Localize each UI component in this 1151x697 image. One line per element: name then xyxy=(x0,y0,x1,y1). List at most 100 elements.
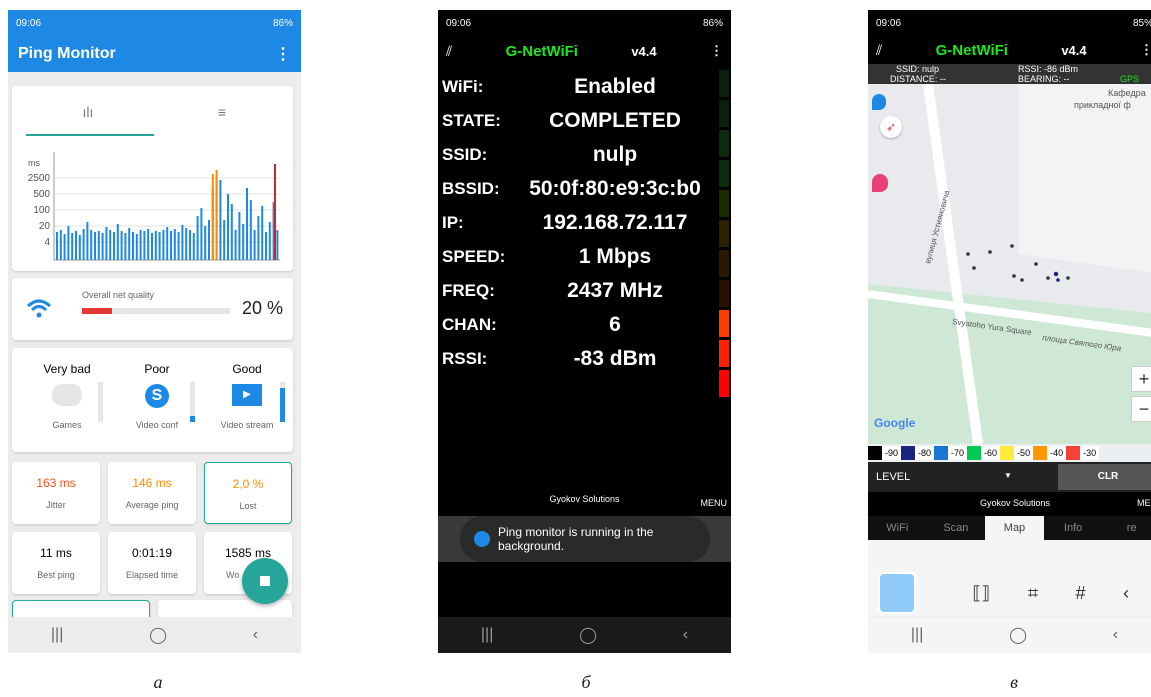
tab-wifi[interactable]: WiFi xyxy=(868,516,927,540)
stat-best-ping: 11 ms Best ping xyxy=(12,532,100,594)
ping-bar xyxy=(63,234,66,260)
map-pin-blue-icon[interactable] xyxy=(872,94,886,110)
tab-more[interactable]: re xyxy=(1102,516,1151,540)
kebab-icon[interactable]: ⋮ xyxy=(710,43,723,59)
signal-segment xyxy=(719,70,729,97)
recents-icon[interactable]: ||| xyxy=(51,626,63,644)
back-icon[interactable]: ‹ xyxy=(253,626,258,644)
status-time: 09:06 xyxy=(446,17,472,29)
legend-label: -40 xyxy=(1047,446,1067,460)
ping-bar xyxy=(154,231,157,260)
y-tick-label: 500 xyxy=(33,189,50,200)
tab-info[interactable]: Info xyxy=(1044,516,1103,540)
legend-swatch xyxy=(901,446,916,460)
row-chan: CHAN: 6 xyxy=(442,313,621,336)
map-label-poi2: прикладної ф xyxy=(1074,100,1131,110)
ping-bar xyxy=(177,232,180,260)
home-icon[interactable]: ◯ xyxy=(579,625,597,645)
ping-monitor-screen: 09:06 86% Ping Monitor ⋮ ılı ≡ ms 2500 50… xyxy=(8,10,301,653)
chevron-down-icon[interactable]: ▼ xyxy=(1004,471,1012,480)
ping-bar xyxy=(147,229,150,260)
y-unit: ms xyxy=(28,158,40,168)
ping-bar xyxy=(257,216,260,260)
ping-bar xyxy=(67,226,70,260)
status-time: 09:06 xyxy=(876,17,902,29)
back-icon[interactable]: ‹ xyxy=(1113,626,1118,644)
row-ssid: SSID: nulp xyxy=(442,143,638,166)
map-pin-icon[interactable] xyxy=(872,174,888,192)
home-icon[interactable]: ◯ xyxy=(1009,625,1027,645)
ping-bar xyxy=(86,222,89,260)
ping-bar-spike xyxy=(215,170,218,260)
row-bssid: BSSID: 50:0f:80:e9:3c:b0 xyxy=(442,177,701,200)
usage-videoconf-level xyxy=(190,382,195,422)
row-speed: SPEED: 1 Mbps xyxy=(442,245,652,268)
menu-button[interactable]: MENU xyxy=(701,498,728,508)
clear-button[interactable]: CLR xyxy=(1058,464,1151,490)
zoom-in-button[interactable]: + xyxy=(1131,366,1151,392)
signal-segment xyxy=(719,280,729,307)
skype-icon: S xyxy=(145,384,169,408)
gps-label: GPS xyxy=(1120,74,1140,84)
row-state: STATE: COMPLETED xyxy=(442,109,681,132)
ping-bar xyxy=(181,225,184,260)
usage-videostream-level xyxy=(280,382,285,422)
ping-bar-lost xyxy=(274,164,276,260)
google-logo: Google xyxy=(874,416,916,430)
menu-button[interactable]: MEN xyxy=(1137,498,1151,508)
active-tab-indicator xyxy=(26,134,154,136)
bar-chart-icon[interactable]: ılı xyxy=(18,104,158,120)
ping-bar xyxy=(135,234,138,260)
crop-edit-icon[interactable]: ⌗ xyxy=(1028,583,1038,604)
home-icon[interactable]: ◯ xyxy=(149,625,167,645)
ping-bar xyxy=(158,232,161,260)
scan-text-icon[interactable]: ⟦⟧ xyxy=(972,583,990,604)
signal-segment xyxy=(719,340,729,367)
ping-monitor-icon xyxy=(474,531,490,547)
hashtag-icon[interactable]: # xyxy=(1076,583,1086,604)
ping-bar xyxy=(75,231,77,260)
kebab-icon[interactable]: ⋮ xyxy=(275,44,291,64)
quality-value: 20 % xyxy=(242,298,284,318)
share-icon[interactable]: ‹ xyxy=(1123,583,1129,604)
ping-bar xyxy=(124,233,127,260)
recents-icon[interactable]: ||| xyxy=(481,626,493,644)
ping-bar xyxy=(185,228,188,260)
ping-bar xyxy=(246,188,248,260)
ping-bar xyxy=(219,180,222,260)
signal-segment xyxy=(719,370,729,397)
map-view[interactable]: вулиця Устияновича Svyatoho Yura Square … xyxy=(868,84,1151,444)
quality-card: Overall net quality 20 % xyxy=(12,278,293,340)
stop-button[interactable] xyxy=(242,558,288,604)
back-icon[interactable]: ‹ xyxy=(683,626,688,644)
ping-bar xyxy=(204,226,207,260)
legend-swatch xyxy=(1066,446,1081,460)
caption-a: а xyxy=(153,672,163,692)
ping-bar xyxy=(143,231,146,260)
ping-bar xyxy=(128,228,131,260)
ping-bar xyxy=(230,204,233,260)
legend-label: -60 xyxy=(981,446,1001,460)
brand-strip: Gyokov Solutions MEN xyxy=(868,492,1151,516)
recents-icon[interactable]: ||| xyxy=(911,626,923,644)
app-version: v4.4 xyxy=(631,43,657,59)
row-freq: FREQ: 2437 MHz xyxy=(442,279,663,302)
kebab-icon[interactable]: ⋮ xyxy=(1140,42,1151,58)
tab-scan[interactable]: Scan xyxy=(927,516,986,540)
signal-segment xyxy=(719,220,729,247)
brand-label: Gyokov Solutions xyxy=(980,498,1051,508)
stat-lost[interactable]: 2,0 % Lost xyxy=(204,462,292,524)
ping-bar xyxy=(97,231,100,260)
ping-bar xyxy=(234,230,237,260)
stat-jitter: 163 ms Jitter xyxy=(12,462,100,524)
list-icon[interactable]: ≡ xyxy=(152,104,292,120)
view-tabs: ılı ≡ xyxy=(12,86,293,138)
zoom-out-button[interactable]: − xyxy=(1131,396,1151,422)
gnetwifi-map-screen: 09:06 85% ⫽ G-NetWiFi v4.4 ⋮ SSID: nulp … xyxy=(868,10,1151,653)
compass-icon[interactable]: ➶ xyxy=(880,116,902,138)
ping-bar xyxy=(120,231,123,260)
ping-bar xyxy=(139,230,142,260)
level-select[interactable]: LEVEL xyxy=(876,471,910,483)
rssi-label: RSSI: -86 dBm xyxy=(1018,64,1079,74)
tab-map[interactable]: Map xyxy=(985,516,1044,540)
